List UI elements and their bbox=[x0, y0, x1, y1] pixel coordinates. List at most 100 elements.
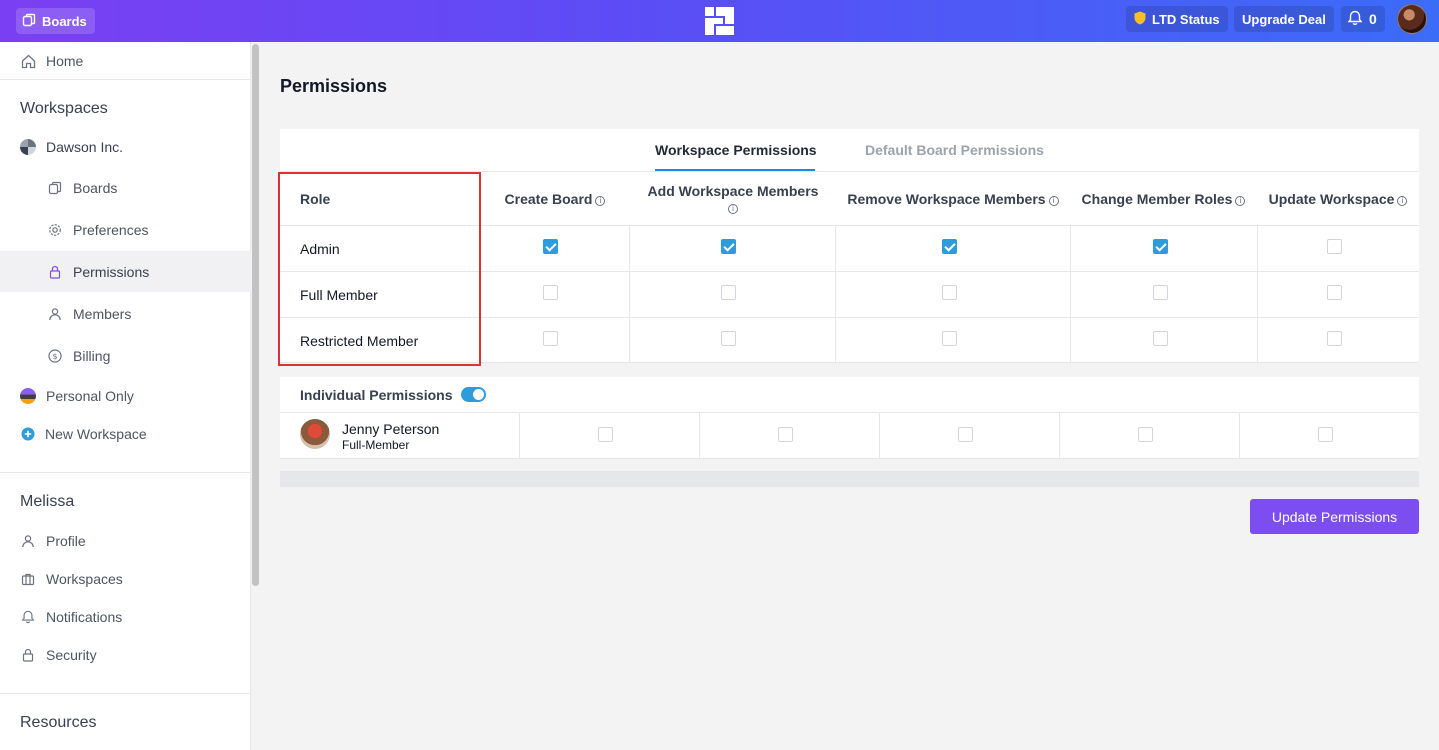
briefcase-icon bbox=[20, 571, 36, 587]
app-logo[interactable] bbox=[705, 7, 734, 35]
tab-workspace-permissions[interactable]: Workspace Permissions bbox=[655, 142, 817, 158]
permission-checkbox[interactable] bbox=[942, 285, 957, 300]
column-divider bbox=[699, 413, 700, 458]
sidebar-item-home[interactable]: Home bbox=[0, 42, 251, 80]
dollar-icon: $ bbox=[47, 348, 63, 364]
svg-text:$: $ bbox=[52, 352, 57, 361]
member-permission-checkbox[interactable] bbox=[958, 427, 973, 442]
info-icon[interactable]: i bbox=[728, 204, 738, 214]
user-section-title: Melissa bbox=[20, 493, 75, 510]
workspace-dawson-inc[interactable]: Dawson Inc. bbox=[0, 128, 251, 166]
notifications-button[interactable]: 0 bbox=[1341, 6, 1385, 32]
column-header-create-board: Create Board i bbox=[480, 191, 630, 207]
sidebar-item-label: Members bbox=[73, 306, 132, 322]
column-header-label: Create Board bbox=[504, 191, 593, 207]
boards-icon bbox=[22, 13, 36, 30]
permission-checkbox[interactable] bbox=[543, 331, 558, 346]
member-permission-checkbox[interactable] bbox=[778, 427, 793, 442]
sidebar-item-label: Profile bbox=[46, 533, 86, 549]
sidebar-item-workspaces[interactable]: Workspaces bbox=[0, 560, 251, 598]
sidebar-item-members[interactable]: Members bbox=[0, 295, 251, 333]
info-icon[interactable]: i bbox=[1048, 196, 1059, 206]
member-avatar bbox=[300, 419, 330, 449]
user-icon bbox=[47, 306, 63, 322]
column-header-add-members: Add Workspace Members i bbox=[630, 183, 836, 215]
ltd-status-button[interactable]: LTD Status bbox=[1126, 6, 1228, 32]
column-header-label: Add Workspace Members bbox=[647, 183, 819, 199]
new-workspace-button[interactable]: New Workspace bbox=[0, 415, 251, 453]
boards-icon bbox=[47, 180, 63, 196]
permission-checkbox[interactable] bbox=[942, 331, 957, 346]
permission-checkbox[interactable] bbox=[721, 239, 736, 254]
gear-icon bbox=[47, 222, 63, 238]
member-permission-checkbox[interactable] bbox=[598, 427, 613, 442]
home-icon bbox=[20, 53, 36, 69]
info-icon[interactable]: i bbox=[1397, 196, 1408, 206]
column-header-remove-members: Remove Workspace Members i bbox=[836, 191, 1070, 207]
boards-button[interactable]: Boards bbox=[16, 8, 95, 34]
horizontal-scrollbar[interactable] bbox=[280, 471, 1419, 487]
workspace-name: Dawson Inc. bbox=[46, 139, 124, 155]
column-divider bbox=[1059, 413, 1060, 458]
member-permission-checkbox[interactable] bbox=[1138, 427, 1153, 442]
column-divider bbox=[1239, 413, 1240, 458]
update-permissions-button[interactable]: Update Permissions bbox=[1250, 499, 1419, 534]
sidebar-item-permissions[interactable]: Permissions bbox=[0, 251, 251, 292]
column-divider bbox=[629, 225, 630, 363]
individual-permissions-toggle[interactable] bbox=[461, 387, 486, 402]
tab-default-board-permissions[interactable]: Default Board Permissions bbox=[865, 142, 1044, 158]
upgrade-deal-button[interactable]: Upgrade Deal bbox=[1234, 6, 1334, 32]
resources-section-title: Resources bbox=[20, 714, 97, 731]
permission-checkbox[interactable] bbox=[1153, 285, 1168, 300]
permission-checkbox[interactable] bbox=[1327, 239, 1342, 254]
sidebar: Home Workspaces Dawson Inc. Boards Prefe… bbox=[0, 42, 251, 750]
top-bar: Boards LTD Status Upgrade Deal 0 bbox=[0, 0, 1439, 42]
shield-icon bbox=[1134, 11, 1146, 28]
sidebar-item-notifications[interactable]: Notifications bbox=[0, 598, 251, 636]
individual-permissions-title: Individual Permissions bbox=[300, 387, 453, 403]
column-divider bbox=[1257, 225, 1258, 363]
row-divider bbox=[280, 458, 1419, 459]
column-header-change-roles: Change Member Roles i bbox=[1070, 191, 1257, 207]
permission-checkbox[interactable] bbox=[1327, 331, 1342, 346]
sidebar-item-label: Preferences bbox=[73, 222, 149, 238]
column-header-label: Update Workspace bbox=[1268, 191, 1395, 207]
sidebar-item-label: Boards bbox=[73, 180, 118, 196]
lock-icon bbox=[47, 264, 63, 280]
workspace-personal-only[interactable]: Personal Only bbox=[0, 377, 251, 415]
workspace-name: Personal Only bbox=[46, 388, 134, 404]
sidebar-item-security[interactable]: Security bbox=[0, 636, 251, 674]
sidebar-item-profile[interactable]: Profile bbox=[0, 522, 251, 560]
workspaces-section-title: Workspaces bbox=[20, 100, 108, 117]
permission-checkbox[interactable] bbox=[942, 239, 957, 254]
permission-checkbox[interactable] bbox=[721, 285, 736, 300]
member-permission-checkbox[interactable] bbox=[1318, 427, 1333, 442]
role-column-highlight bbox=[278, 172, 481, 366]
individual-permissions-card: Individual Permissions Jenny Peterson Fu… bbox=[280, 377, 1419, 459]
sidebar-item-label: Permissions bbox=[73, 263, 150, 280]
permission-checkbox[interactable] bbox=[1327, 285, 1342, 300]
column-divider bbox=[1070, 225, 1071, 363]
page-title: Permissions bbox=[280, 76, 388, 96]
sidebar-item-boards[interactable]: Boards bbox=[0, 169, 251, 207]
permission-checkbox[interactable] bbox=[1153, 331, 1168, 346]
sidebar-item-label: Home bbox=[46, 53, 84, 69]
active-tab-indicator bbox=[655, 169, 815, 171]
info-icon[interactable]: i bbox=[595, 196, 606, 206]
upgrade-deal-label: Upgrade Deal bbox=[1242, 11, 1326, 27]
info-icon[interactable]: i bbox=[1235, 196, 1246, 206]
permission-checkbox[interactable] bbox=[721, 331, 736, 346]
column-divider bbox=[519, 413, 520, 458]
divider bbox=[0, 79, 251, 80]
permission-checkbox[interactable] bbox=[1153, 239, 1168, 254]
permission-checkbox[interactable] bbox=[543, 285, 558, 300]
column-header-label: Remove Workspace Members bbox=[847, 191, 1046, 207]
sidebar-scrollbar-thumb[interactable] bbox=[252, 44, 259, 586]
boards-button-label: Boards bbox=[42, 13, 87, 29]
permission-checkbox[interactable] bbox=[543, 239, 558, 254]
sidebar-item-preferences[interactable]: Preferences bbox=[0, 211, 251, 249]
user-avatar[interactable] bbox=[1397, 4, 1427, 34]
divider bbox=[0, 472, 251, 473]
sidebar-item-billing[interactable]: $ Billing bbox=[0, 337, 251, 375]
plus-circle-icon bbox=[20, 426, 36, 442]
